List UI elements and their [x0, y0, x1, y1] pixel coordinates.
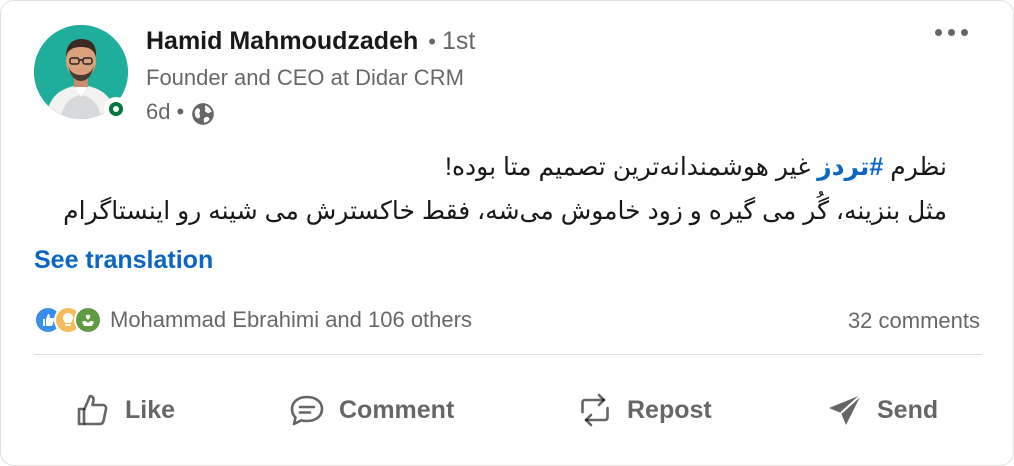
send-label: Send — [877, 395, 939, 424]
hands-heart-icon — [82, 314, 94, 326]
send-icon — [829, 394, 862, 425]
post-text-prefix: نظرم — [883, 153, 947, 181]
repost-icon — [581, 393, 609, 427]
connection-degree: 1st — [441, 27, 476, 55]
globe-icon — [192, 103, 215, 125]
online-indicator-icon — [109, 102, 123, 116]
divider — [34, 354, 982, 355]
post-time[interactable]: 6d — [146, 99, 170, 125]
comment-button[interactable]: Comment — [287, 381, 454, 439]
more-dot-icon — [948, 29, 955, 36]
thumbs-up-icon — [77, 394, 108, 426]
meta-separator: • — [176, 99, 185, 124]
more-dot-icon — [935, 29, 942, 36]
comment-icon — [290, 395, 324, 426]
like-button[interactable]: Like — [73, 381, 175, 439]
reactions-summary[interactable]: Mohammad Ebrahimi and 106 others — [34, 306, 472, 334]
name-separator: • — [428, 29, 436, 54]
comments-count[interactable]: 32 comments — [848, 308, 980, 334]
hashtag-link[interactable]: #تردز — [817, 153, 883, 181]
like-label: Like — [125, 395, 176, 424]
repost-label: Repost — [627, 395, 712, 424]
reactions-text[interactable]: Mohammad Ebrahimi and 106 others — [110, 307, 472, 333]
post-text: نظرم #تردز غیر هوشمندانه‌ترین تصمیم متا … — [47, 145, 947, 233]
post-text-line-2: مثل بنزینه، گُر می گیره و زود خاموش می‌ش… — [63, 197, 947, 225]
post-meta: 6d • — [146, 97, 216, 127]
post-text-line-1: نظرم #تردز غیر هوشمندانه‌ترین تصمیم متا … — [47, 145, 947, 189]
support-icon — [74, 306, 102, 334]
author-name[interactable]: Hamid Mahmoudzadeh — [146, 27, 418, 56]
more-options-button[interactable] — [935, 29, 968, 36]
online-status-badge — [104, 97, 128, 121]
see-translation-link[interactable]: See translation — [34, 246, 213, 275]
send-button[interactable]: Send — [825, 381, 938, 439]
post-text-suffix: غیر هوشمندانه‌ترین تصمیم متا بوده! — [445, 153, 818, 181]
repost-button[interactable]: Repost — [575, 381, 712, 439]
comment-label: Comment — [339, 395, 455, 424]
post-card: Hamid Mahmoudzadeh • 1st Founder and CEO… — [0, 0, 1014, 466]
author-row: Hamid Mahmoudzadeh • 1st — [146, 27, 475, 56]
more-dot-icon — [961, 29, 968, 36]
action-bar: Like Comment Repost Send — [1, 381, 1014, 441]
author-headline: Founder and CEO at Didar CRM — [146, 65, 464, 90]
